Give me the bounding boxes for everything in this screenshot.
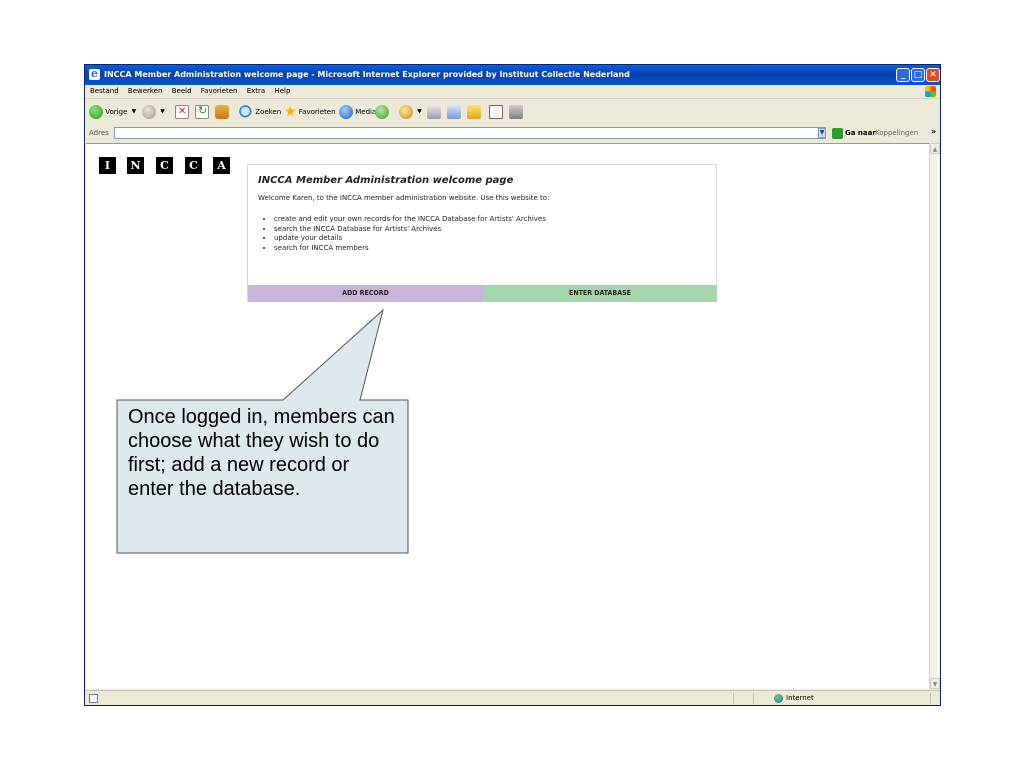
callout-text: Once logged in, members can choose what … <box>128 406 395 500</box>
callout-shape <box>116 308 409 554</box>
